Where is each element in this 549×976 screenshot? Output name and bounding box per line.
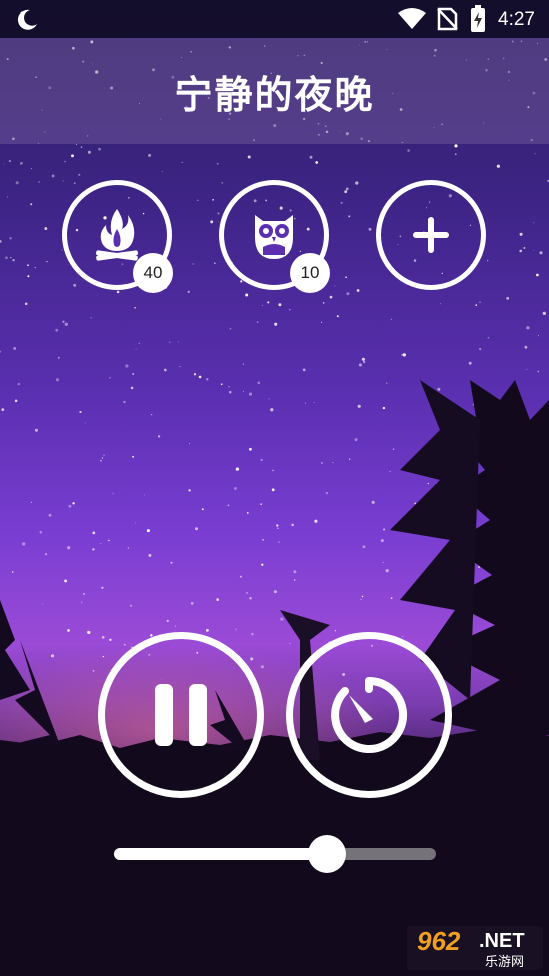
timer-icon <box>331 677 408 753</box>
moon-icon <box>17 9 37 30</box>
add-sound-button[interactable] <box>376 180 486 290</box>
pause-button[interactable] <box>98 632 264 798</box>
timer-button[interactable] <box>286 632 452 798</box>
battery-charging-icon <box>471 5 485 32</box>
title-bar: 宁静的夜晚 <box>0 38 549 144</box>
sound-button-campfire[interactable]: 40 <box>62 180 173 293</box>
no-sim-icon <box>437 7 458 31</box>
wifi-icon <box>398 8 426 29</box>
watermark-logo-net: .NET <box>479 930 525 952</box>
status-time: 4:27 <box>498 9 535 30</box>
volume-slider[interactable] <box>114 835 436 873</box>
volume-badge: 10 <box>290 253 330 293</box>
tree-silhouette <box>0 380 549 976</box>
campfire-icon <box>96 209 138 261</box>
status-bar: 4:27 <box>0 0 549 38</box>
watermark-logo: 962 .NET 乐游网 <box>407 926 543 970</box>
watermark-logo-number: 962 <box>417 926 461 956</box>
volume-slider-fill <box>114 848 327 860</box>
pause-icon <box>155 684 207 746</box>
volume-slider-thumb[interactable] <box>307 835 346 873</box>
sound-button-owl[interactable]: 10 <box>219 180 330 293</box>
watermark-logo-sub: 乐游网 <box>485 955 525 970</box>
add-icon <box>413 217 449 253</box>
owl-icon <box>255 215 293 259</box>
page-title: 宁静的夜晚 <box>174 72 375 117</box>
volume-badge: 40 <box>133 253 173 293</box>
